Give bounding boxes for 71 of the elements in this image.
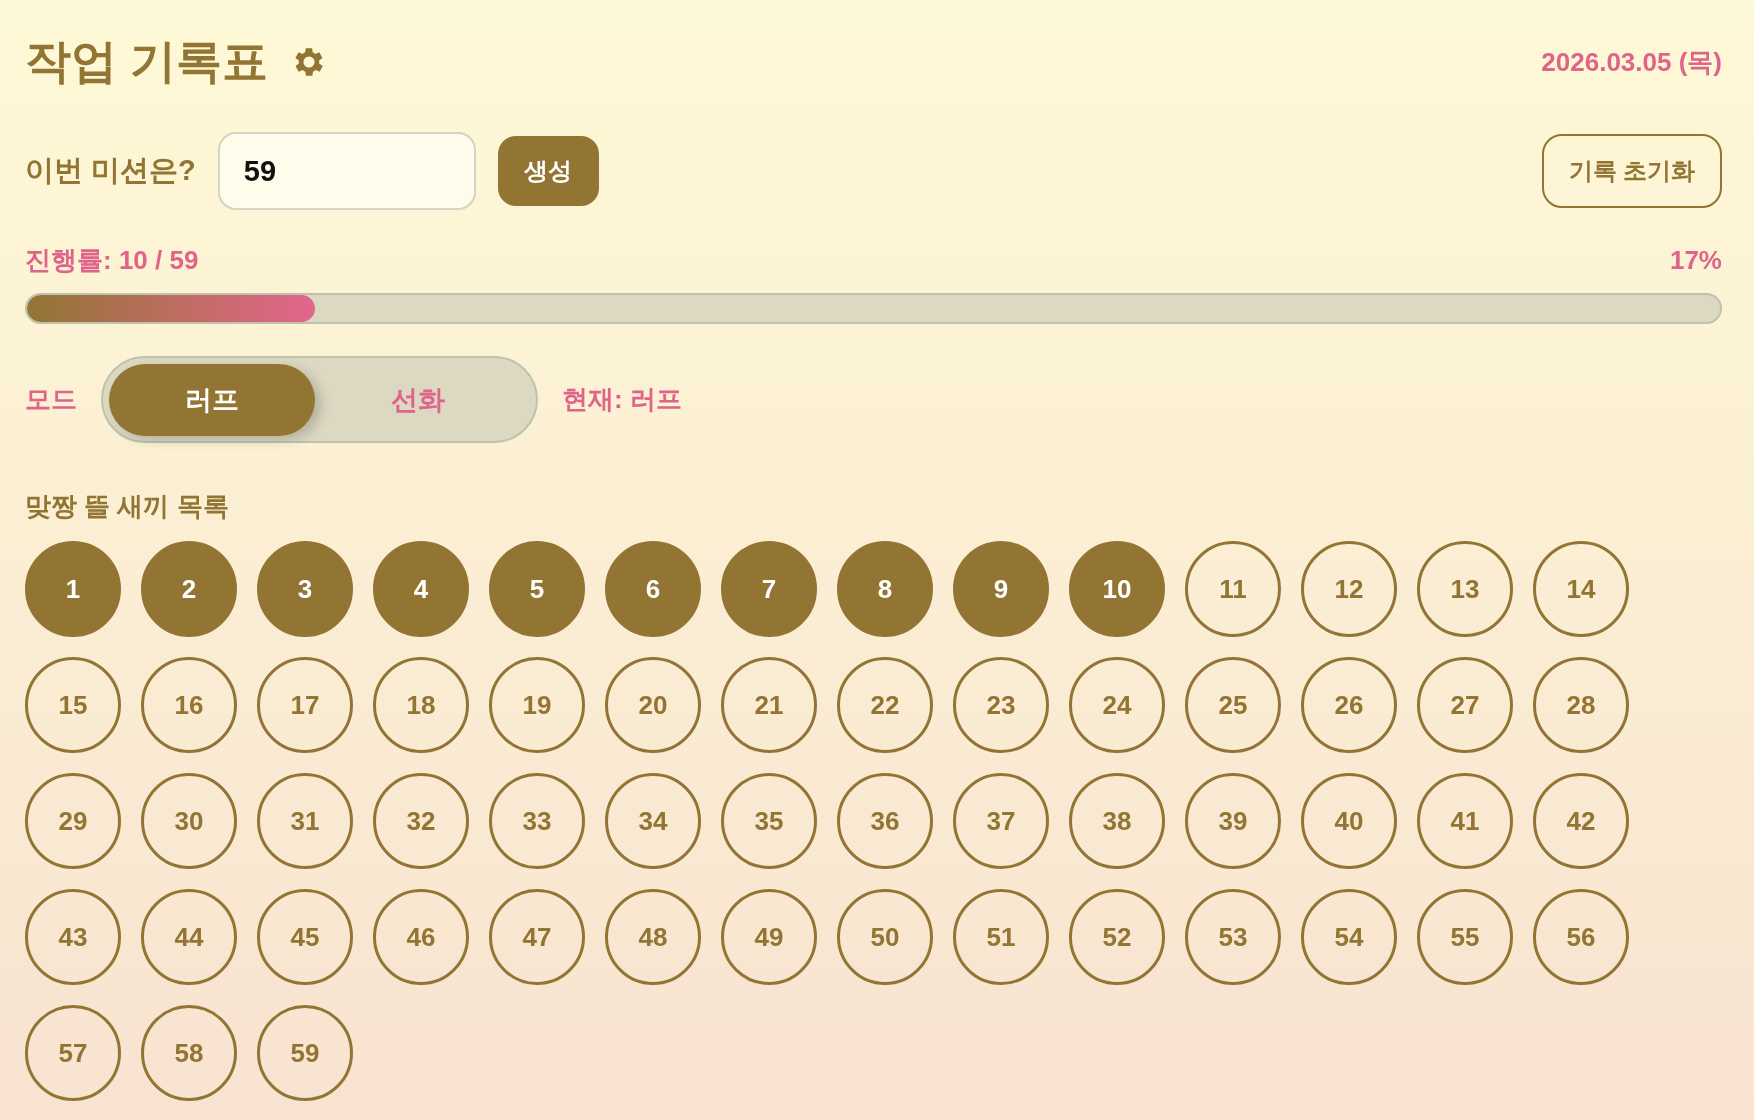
number-circle[interactable]: 9	[953, 541, 1049, 637]
number-circle[interactable]: 47	[489, 889, 585, 985]
number-circle[interactable]: 37	[953, 773, 1049, 869]
mission-label: 이번 미션은?	[25, 153, 196, 188]
number-circle[interactable]: 49	[721, 889, 817, 985]
page-title: 작업 기록표	[25, 34, 268, 89]
number-circle[interactable]: 39	[1185, 773, 1281, 869]
number-circle[interactable]: 5	[489, 541, 585, 637]
current-mode-label: 현재: 러프	[562, 383, 682, 416]
number-circle[interactable]: 56	[1533, 889, 1629, 985]
number-circle[interactable]: 14	[1533, 541, 1629, 637]
mission-input[interactable]: 59	[217, 132, 476, 210]
number-circle[interactable]: 26	[1301, 657, 1397, 753]
number-circle[interactable]: 19	[489, 657, 585, 753]
number-circle[interactable]: 29	[25, 773, 121, 869]
progress-label: 진행률: 10 / 59	[25, 243, 199, 277]
number-circle[interactable]: 1	[25, 541, 121, 637]
number-circle[interactable]: 38	[1069, 773, 1165, 869]
number-circle[interactable]: 17	[257, 657, 353, 753]
number-circle[interactable]: 54	[1301, 889, 1397, 985]
number-circle[interactable]: 25	[1185, 657, 1281, 753]
number-circle[interactable]: 32	[373, 773, 469, 869]
number-circle[interactable]: 27	[1417, 657, 1513, 753]
number-circle[interactable]: 16	[141, 657, 237, 753]
number-circle[interactable]: 18	[373, 657, 469, 753]
number-circle[interactable]: 12	[1301, 541, 1397, 637]
number-circle[interactable]: 24	[1069, 657, 1165, 753]
number-circle[interactable]: 21	[721, 657, 817, 753]
mode-option[interactable]: 러프	[109, 363, 315, 436]
number-circle[interactable]: 45	[257, 889, 353, 985]
generate-button[interactable]: 생성	[497, 136, 599, 206]
number-circle[interactable]: 53	[1185, 889, 1281, 985]
number-circle[interactable]: 42	[1533, 773, 1629, 869]
number-circle[interactable]: 2	[141, 541, 237, 637]
number-circle[interactable]: 34	[605, 773, 701, 869]
number-circle[interactable]: 51	[953, 889, 1049, 985]
number-circle[interactable]: 46	[373, 889, 469, 985]
number-circle[interactable]: 59	[257, 1005, 353, 1101]
number-circle[interactable]: 33	[489, 773, 585, 869]
number-circle[interactable]: 31	[257, 773, 353, 869]
number-circle[interactable]: 11	[1185, 541, 1281, 637]
number-circle[interactable]: 8	[837, 541, 933, 637]
number-circle[interactable]: 41	[1417, 773, 1513, 869]
number-circle[interactable]: 48	[605, 889, 701, 985]
number-circle[interactable]: 44	[141, 889, 237, 985]
mode-label: 모드	[25, 383, 77, 416]
number-circle[interactable]: 55	[1417, 889, 1513, 985]
number-circle[interactable]: 36	[837, 773, 933, 869]
mode-option[interactable]: 선화	[315, 363, 521, 436]
number-circle[interactable]: 57	[25, 1005, 121, 1101]
number-circle[interactable]: 7	[721, 541, 817, 637]
number-circle[interactable]: 4	[373, 541, 469, 637]
reset-button[interactable]: 기록 초기화	[1542, 134, 1722, 208]
number-circle[interactable]: 40	[1301, 773, 1397, 869]
number-circle[interactable]: 6	[605, 541, 701, 637]
date-label: 2026.03.05 (목)	[1541, 45, 1722, 79]
number-circle[interactable]: 15	[25, 657, 121, 753]
number-circle[interactable]: 20	[605, 657, 701, 753]
number-circle[interactable]: 3	[257, 541, 353, 637]
number-circle[interactable]: 23	[953, 657, 1049, 753]
number-circle[interactable]: 58	[141, 1005, 237, 1101]
number-circle[interactable]: 50	[837, 889, 933, 985]
number-circle[interactable]: 10	[1069, 541, 1165, 637]
number-circle[interactable]: 22	[837, 657, 933, 753]
number-circle[interactable]: 13	[1417, 541, 1513, 637]
number-circle[interactable]: 30	[141, 773, 237, 869]
number-circle[interactable]: 35	[721, 773, 817, 869]
number-circle[interactable]: 52	[1069, 889, 1165, 985]
number-circle[interactable]: 43	[25, 889, 121, 985]
number-circle[interactable]: 28	[1533, 657, 1629, 753]
progress-percent: 17%	[1669, 244, 1722, 276]
